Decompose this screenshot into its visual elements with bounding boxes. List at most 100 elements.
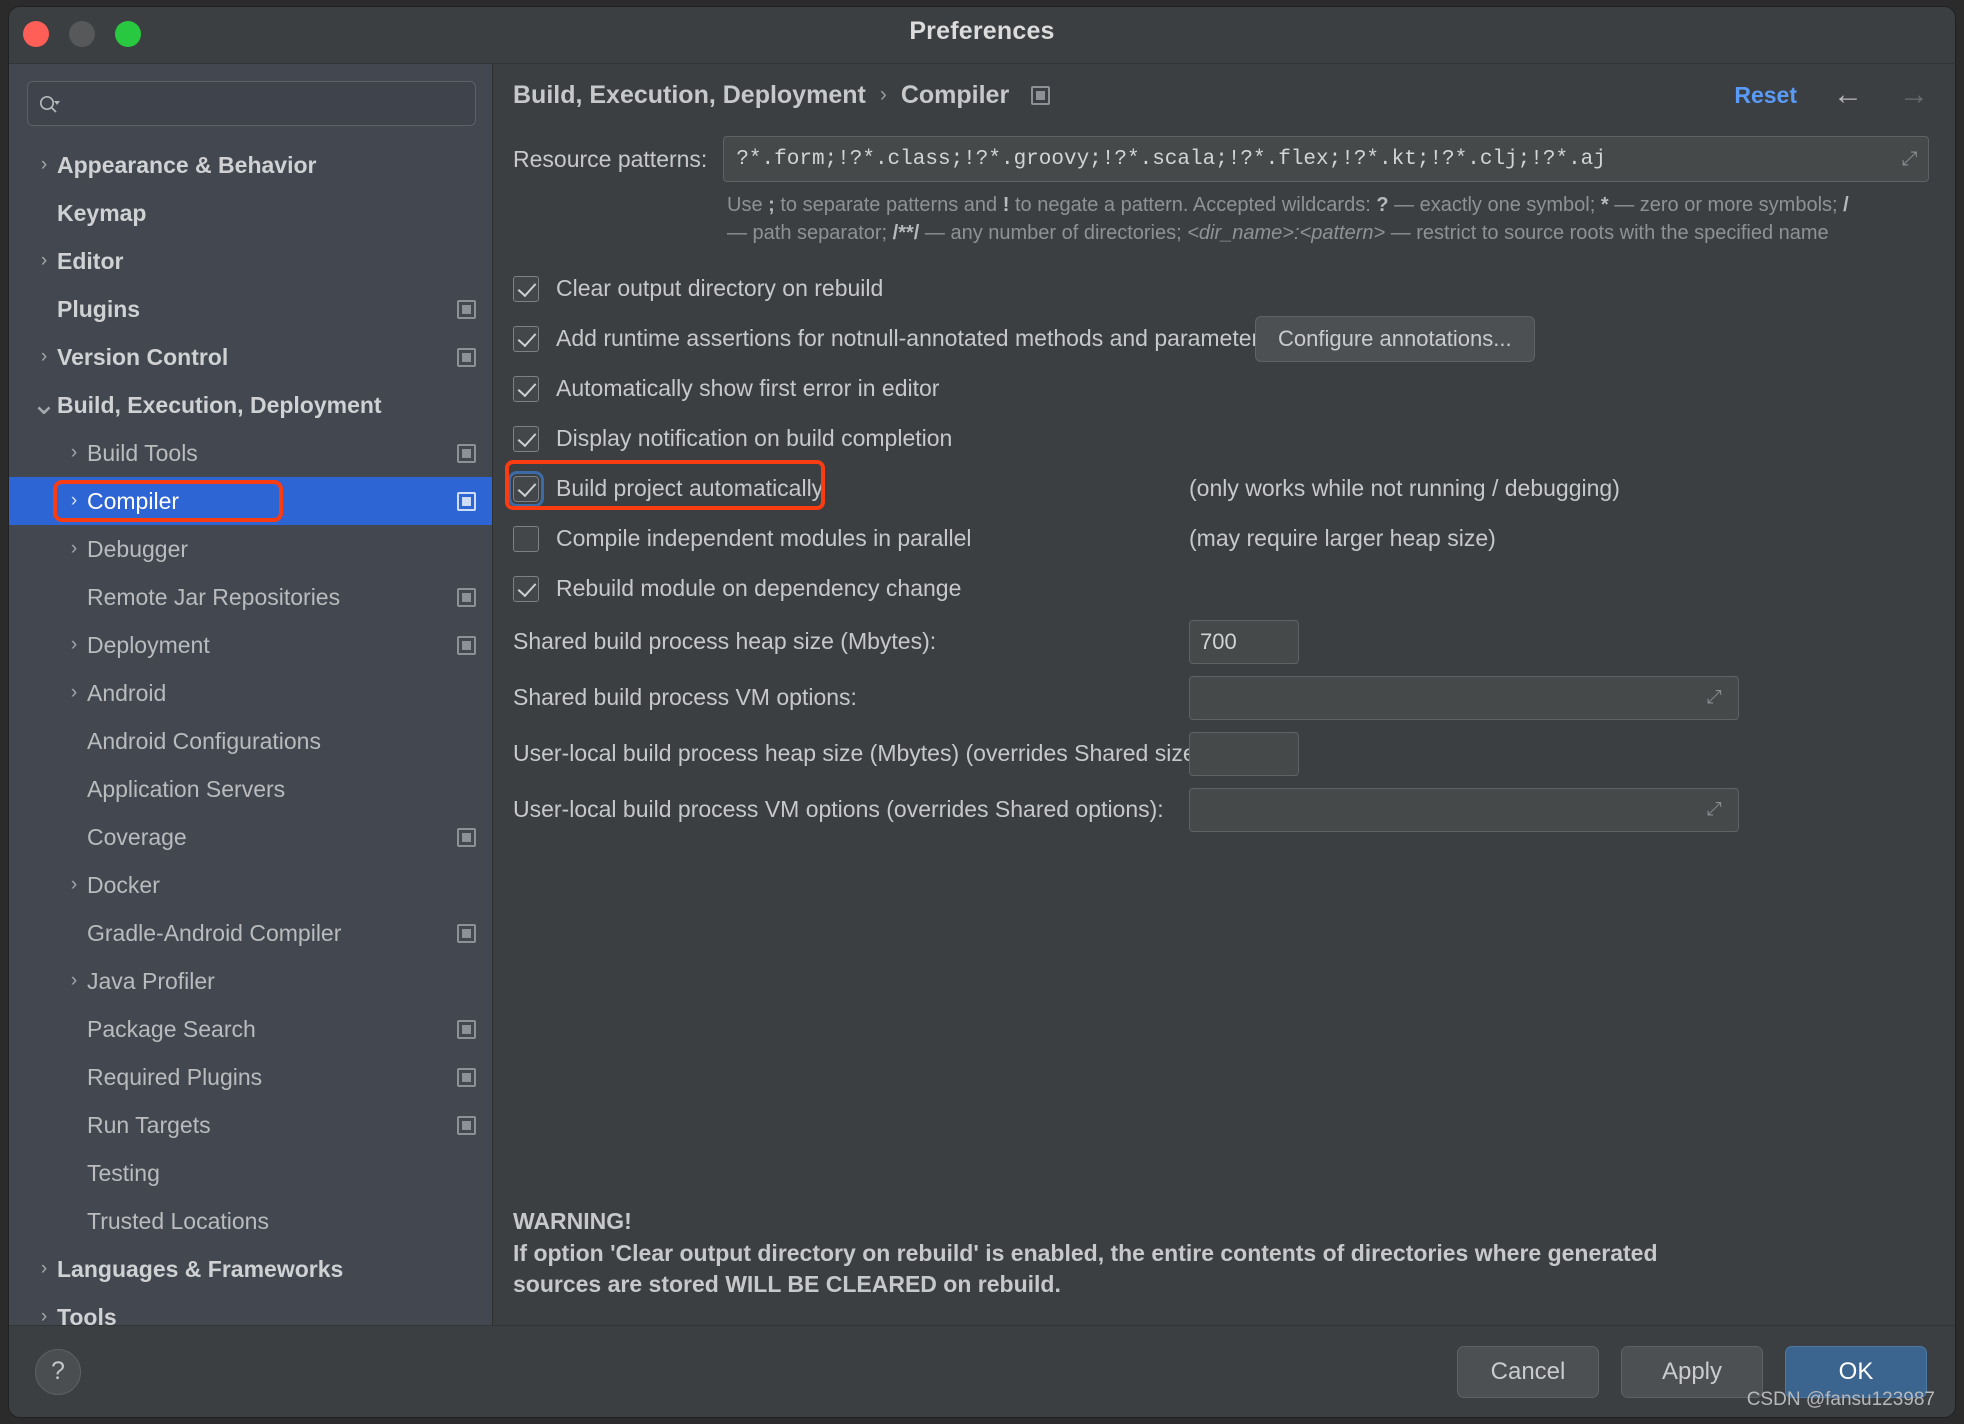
help-button[interactable]: ? xyxy=(35,1348,81,1395)
back-arrow-icon[interactable]: ← xyxy=(1833,80,1863,110)
expand-editor-icon[interactable]: ⤡ xyxy=(1902,148,1918,171)
expand-editor-icon[interactable]: ⤡ xyxy=(1707,799,1722,821)
sidebar-item-plugins[interactable]: ›Plugins xyxy=(9,285,492,333)
sidebar-item-application-servers[interactable]: ›Application Servers xyxy=(9,765,492,813)
chevron-right-icon[interactable]: › xyxy=(61,490,87,512)
input-user-local-build-process-vm[interactable] xyxy=(1189,787,1739,832)
sidebar-item-build-tools[interactable]: › Build Tools xyxy=(9,429,492,477)
resource-patterns-field[interactable]: ?*.form;!?*.class;!?*.groovy;!?*.scala;!… xyxy=(723,136,1929,182)
hint-p2: to separate patterns and xyxy=(774,194,1003,216)
sidebar-item-java-profiler[interactable]: › Java Profiler xyxy=(9,957,492,1005)
chevron-right-icon[interactable]: › xyxy=(31,346,57,368)
checkbox-add-runtime-assertions-for[interactable] xyxy=(513,325,539,352)
chevron-right-icon[interactable]: › xyxy=(61,634,87,656)
sidebar-item-trusted-locations[interactable]: ›Trusted Locations xyxy=(9,1197,492,1245)
sidebar-item-editor[interactable]: › Editor xyxy=(9,237,492,285)
checkbox-compile-independent-modules-in[interactable] xyxy=(513,525,539,552)
chevron-down-icon[interactable]: ⌄ xyxy=(31,390,57,420)
sidebar-item-android[interactable]: › Android xyxy=(9,669,492,717)
apply-button[interactable]: Apply xyxy=(1621,1345,1763,1398)
input-shared-build-process-heap-size[interactable] xyxy=(1189,619,1299,664)
sidebar-item-package-search[interactable]: ›Package Search xyxy=(9,1005,492,1053)
sidebar-item-remote-jar-repositories[interactable]: ›Remote Jar Repositories xyxy=(9,573,492,621)
sidebar-item-build-execution-deployment[interactable]: ⌄ Build, Execution, Deployment xyxy=(9,381,492,429)
project-scope-icon xyxy=(457,923,476,943)
expand-editor-icon[interactable]: ⤡ xyxy=(1707,687,1722,709)
chevron-right-icon[interactable]: › xyxy=(31,250,57,272)
search-box[interactable] xyxy=(27,81,476,126)
checkbox-row-clear-output-directory-on[interactable]: Clear output directory on rebuild xyxy=(513,264,1929,314)
ok-button[interactable]: OK xyxy=(1785,1345,1927,1398)
chevron-right-icon[interactable]: › xyxy=(31,154,57,176)
checkbox-build-project-automatically[interactable] xyxy=(508,470,544,507)
sidebar-item-coverage[interactable]: ›Coverage xyxy=(9,813,492,861)
project-scope-icon xyxy=(1031,85,1051,105)
chevron-right-icon[interactable]: › xyxy=(61,538,87,560)
checkbox-label: Add runtime assertions for notnull-annot… xyxy=(556,325,1271,352)
hint-i1: <dir_name>:<pattern> xyxy=(1187,222,1386,245)
checkbox-clear-output-directory-on[interactable] xyxy=(513,275,539,302)
sidebar-item-required-plugins[interactable]: ›Required Plugins xyxy=(9,1053,492,1101)
chevron-right-icon[interactable]: › xyxy=(61,442,87,464)
checkbox-rebuild-module-on-dependency[interactable] xyxy=(513,575,539,602)
checkbox-row-automatically-show-first-error[interactable]: Automatically show first error in editor xyxy=(513,364,1929,414)
checkbox-row-build-project-automatically[interactable]: Build project automatically (only works w… xyxy=(505,459,1929,514)
reset-button[interactable]: Reset xyxy=(1734,82,1797,109)
dialog-body: ›Appearance & Behavior›Keymap›Editor›Plu… xyxy=(9,63,1955,1325)
input-user-local-build-process-heap[interactable] xyxy=(1189,731,1299,776)
sidebar-item-run-targets[interactable]: ›Run Targets xyxy=(9,1101,492,1149)
input-shared-build-process-vm-options[interactable] xyxy=(1189,675,1739,720)
checkbox-label: Clear output directory on rebuild xyxy=(556,275,884,302)
checkbox-label: Build project automatically xyxy=(556,475,824,502)
sidebar-item-version-control[interactable]: › Version Control xyxy=(9,333,492,381)
checkbox-label: Display notification on build completion xyxy=(556,425,953,452)
sidebar-item-label: Version Control xyxy=(57,343,229,370)
hint-p4: — exactly one symbol; xyxy=(1388,194,1601,216)
breadcrumb-leaf[interactable]: Compiler xyxy=(901,81,1009,110)
forward-arrow-icon[interactable]: → xyxy=(1899,80,1929,110)
cancel-button[interactable]: Cancel xyxy=(1457,1345,1599,1398)
sidebar-item-docker[interactable]: › Docker xyxy=(9,861,492,909)
search-input[interactable] xyxy=(68,93,465,114)
sidebar-item-gradle-android-compiler[interactable]: ›Gradle-Android Compiler xyxy=(9,909,492,957)
checkbox-row-add-runtime-assertions-for[interactable]: Add runtime assertions for notnull-annot… xyxy=(513,314,1929,364)
sidebar-item-label: Docker xyxy=(87,871,160,898)
settings-main-panel: Build, Execution, Deployment › Compiler … xyxy=(493,64,1955,1325)
settings-tree[interactable]: ›Appearance & Behavior›Keymap›Editor›Plu… xyxy=(9,139,492,1325)
project-scope-icon xyxy=(457,1067,476,1087)
dialog-footer: ? Cancel Apply OK CSDN @fansu123987 xyxy=(9,1325,1955,1417)
chevron-right-icon[interactable]: › xyxy=(61,682,87,704)
checkbox-display-notification-on-build[interactable] xyxy=(513,425,539,452)
sidebar-item-tools[interactable]: › Tools xyxy=(9,1293,492,1326)
sidebar-item-keymap[interactable]: ›Keymap xyxy=(9,189,492,237)
chevron-right-icon[interactable]: › xyxy=(31,1306,57,1325)
chevron-right-icon[interactable]: › xyxy=(31,1258,57,1280)
warning-text: WARNING! If option 'Clear output directo… xyxy=(513,1206,1658,1301)
sidebar-item-deployment[interactable]: › Deployment xyxy=(9,621,492,669)
sidebar-item-label: Deployment xyxy=(87,631,210,658)
window-title: Preferences xyxy=(909,17,1055,45)
configure-annotations-button[interactable]: Configure annotations... xyxy=(1255,315,1535,362)
project-scope-icon xyxy=(457,1115,476,1135)
breadcrumb-root[interactable]: Build, Execution, Deployment xyxy=(513,81,866,110)
settings-sidebar: ›Appearance & Behavior›Keymap›Editor›Plu… xyxy=(9,64,493,1325)
chevron-right-icon[interactable]: › xyxy=(61,970,87,992)
sidebar-item-label: Plugins xyxy=(57,295,141,322)
checkbox-automatically-show-first-error[interactable] xyxy=(513,375,539,402)
sidebar-item-testing[interactable]: ›Testing xyxy=(9,1149,492,1197)
sidebar-item-appearance-behavior[interactable]: › Appearance & Behavior xyxy=(9,141,492,189)
sidebar-item-languages-frameworks[interactable]: › Languages & Frameworks xyxy=(9,1245,492,1293)
checkbox-label: Compile independent modules in parallel xyxy=(556,525,972,552)
hint-p3: to negate a pattern. Accepted wildcards: xyxy=(1009,194,1377,216)
warning-line-1: WARNING! xyxy=(513,1207,632,1234)
sidebar-item-android-configurations[interactable]: ›Android Configurations xyxy=(9,717,492,765)
chevron-right-icon[interactable]: › xyxy=(61,874,87,896)
field-row-user-local-build-process-heap: User-local build process heap size (Mbyt… xyxy=(513,726,1929,782)
sidebar-item-compiler[interactable]: › Compiler xyxy=(9,477,492,525)
checkbox-row-compile-independent-modules-in[interactable]: Compile independent modules in parallel (… xyxy=(513,514,1929,564)
project-scope-icon xyxy=(457,443,476,463)
title-bar: Preferences xyxy=(9,7,1955,63)
sidebar-item-debugger[interactable]: › Debugger xyxy=(9,525,492,573)
checkbox-row-display-notification-on-build[interactable]: Display notification on build completion xyxy=(513,414,1929,464)
checkbox-row-rebuild-module-on-dependency[interactable]: Rebuild module on dependency change xyxy=(513,564,1929,614)
